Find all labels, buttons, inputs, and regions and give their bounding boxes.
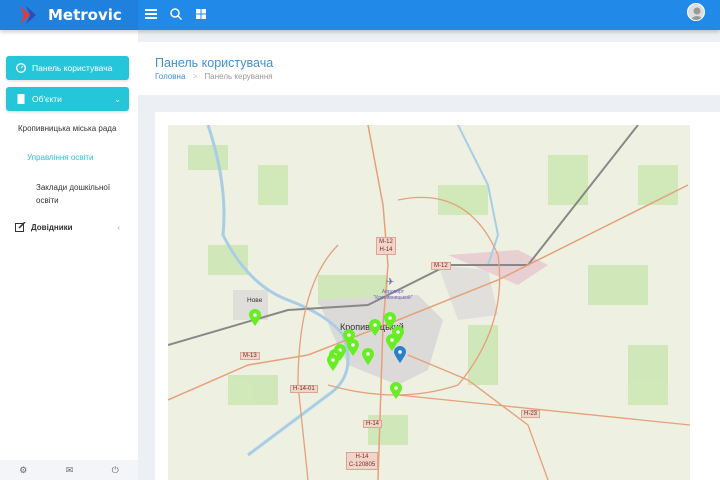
airport-icon: ✈ [386, 277, 395, 288]
apps-grid-icon[interactable] [193, 6, 209, 22]
search-icon[interactable] [168, 6, 184, 22]
road-label: Н-14-01 [290, 385, 318, 393]
road-label: Н-14 С-120805 [346, 452, 378, 470]
map-marker[interactable] [327, 354, 339, 371]
chevron-left-icon: ‹ [117, 222, 120, 232]
page-title: Панель користувача [155, 56, 274, 70]
map-marker[interactable] [347, 339, 359, 356]
edit-icon [15, 222, 26, 232]
breadcrumb: Головна > Панель керування [155, 72, 273, 81]
user-avatar[interactable] [687, 3, 705, 21]
sidebar-item-label: Довідники [31, 222, 73, 232]
sidebar-item-directories[interactable]: Довідники ‹ [15, 222, 125, 232]
sidebar-footer: ⚙ ✉ ⏻ [0, 460, 138, 480]
logo-mark-icon [20, 6, 36, 24]
breadcrumb-home[interactable]: Головна [155, 72, 185, 81]
menu-icon[interactable] [143, 6, 159, 22]
road-label: М-12 Н-14 [376, 237, 396, 255]
map[interactable]: ✈ Аеропорт "Кропивницький" Кропивницький… [168, 125, 690, 480]
power-icon[interactable]: ⏻ [112, 465, 119, 476]
breadcrumb-separator: > [192, 72, 198, 81]
map-marker[interactable] [249, 309, 261, 326]
brand-name: Metrovic [48, 6, 122, 24]
sidebar-subitem-city-council[interactable]: Кропивницька міська рада [18, 124, 116, 133]
road-label: Н-14 [363, 420, 383, 428]
road-label: М-12 [431, 262, 451, 270]
dashboard-gauge-icon [16, 63, 26, 73]
sidebar: Панель користувача Об'єкти ⌄ Кропивницьк… [0, 30, 138, 480]
road-label: Н-23 [521, 410, 541, 418]
sidebar-item-dashboard[interactable]: Панель користувача [6, 56, 129, 80]
chevron-down-icon: ⌄ [114, 94, 121, 104]
map-marker[interactable] [369, 319, 381, 336]
sidebar-item-label: Об'єкти [32, 94, 62, 104]
top-bar: Metrovic [0, 0, 720, 30]
map-marker[interactable] [362, 348, 374, 365]
building-icon [17, 94, 25, 104]
map-label-village: Нове [247, 297, 263, 304]
page-header: Панель користувача Головна > Панель керу… [138, 42, 720, 95]
road-label: М-13 [240, 352, 260, 360]
sidebar-item-objects[interactable]: Об'єкти ⌄ [6, 87, 129, 111]
sidebar-subitem-education[interactable]: Управління освіти [27, 153, 93, 162]
sidebar-subitem-preschools[interactable]: Заклади дошкільної освіти [36, 181, 126, 207]
sidebar-item-label: Панель користувача [32, 63, 113, 73]
map-label-airport: Аеропорт "Кропивницький" [373, 289, 413, 301]
breadcrumb-current: Панель керування [204, 72, 273, 81]
mail-icon[interactable]: ✉ [66, 465, 74, 476]
map-marker-selected[interactable] [394, 346, 406, 363]
brand-logo[interactable]: Metrovic [0, 0, 138, 30]
map-marker[interactable] [390, 382, 402, 399]
settings-icon[interactable]: ⚙ [19, 465, 27, 476]
